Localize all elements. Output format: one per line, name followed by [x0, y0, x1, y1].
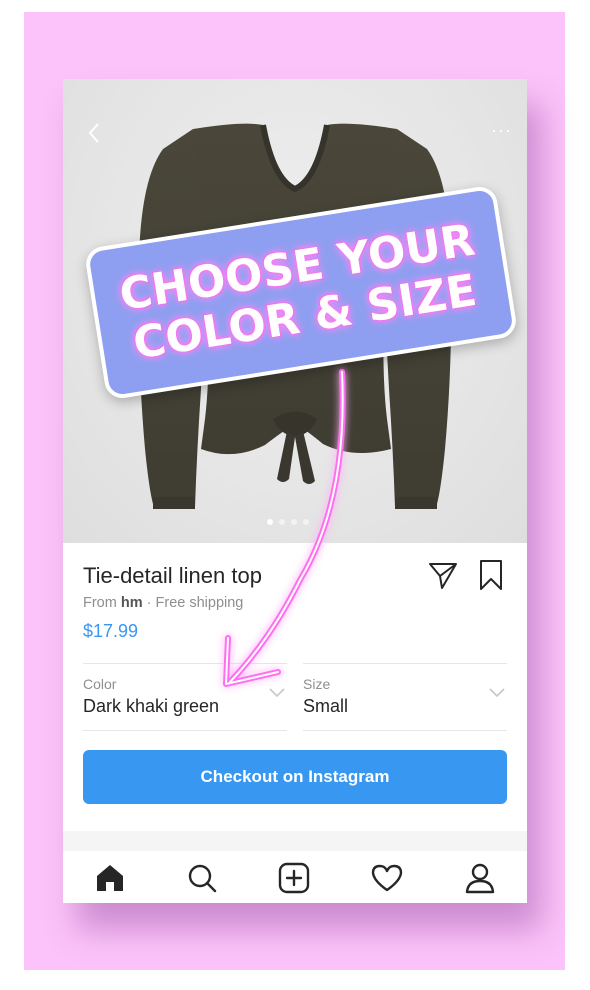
size-label: Size — [303, 676, 331, 692]
bottom-tab-bar — [63, 851, 527, 903]
pager-dot — [303, 519, 309, 525]
heart-icon[interactable] — [370, 861, 404, 895]
shipping-text: · Free shipping — [146, 595, 244, 611]
size-select[interactable]: Size Small — [303, 663, 507, 731]
chevron-down-icon — [489, 688, 505, 698]
color-select[interactable]: Color Dark khaki green — [83, 663, 287, 731]
pager-dot — [279, 519, 285, 525]
home-icon[interactable] — [93, 861, 127, 895]
back-chevron-icon[interactable] — [83, 121, 107, 145]
from-prefix: From — [83, 595, 117, 611]
seller-line: From hm · Free shipping — [83, 595, 243, 611]
size-value: Small — [303, 696, 349, 716]
chevron-down-icon — [269, 688, 285, 698]
pager-dot — [291, 519, 297, 525]
seller-name[interactable]: hm — [121, 595, 143, 611]
color-value: Dark khaki green — [83, 696, 220, 716]
pager-dot — [267, 519, 273, 525]
product-title: Tie-detail linen top — [83, 563, 262, 588]
checkout-button[interactable]: Checkout on Instagram — [83, 750, 507, 804]
color-label: Color — [83, 676, 117, 692]
product-price: $17.99 — [83, 621, 139, 641]
add-icon[interactable] — [277, 861, 311, 895]
feed-divider — [63, 831, 527, 851]
search-icon[interactable] — [185, 861, 219, 895]
phone-screen: ··· CHOOSE YOUR COLOR & SIZE Tie-detail … — [63, 79, 527, 903]
product-image[interactable]: ··· CHOOSE YOUR COLOR & SIZE — [63, 79, 527, 543]
image-pager — [267, 519, 309, 525]
more-dots-icon[interactable]: ··· — [491, 121, 512, 139]
profile-icon[interactable] — [463, 861, 497, 895]
bookmark-icon[interactable] — [477, 558, 505, 592]
send-icon[interactable] — [427, 559, 459, 591]
